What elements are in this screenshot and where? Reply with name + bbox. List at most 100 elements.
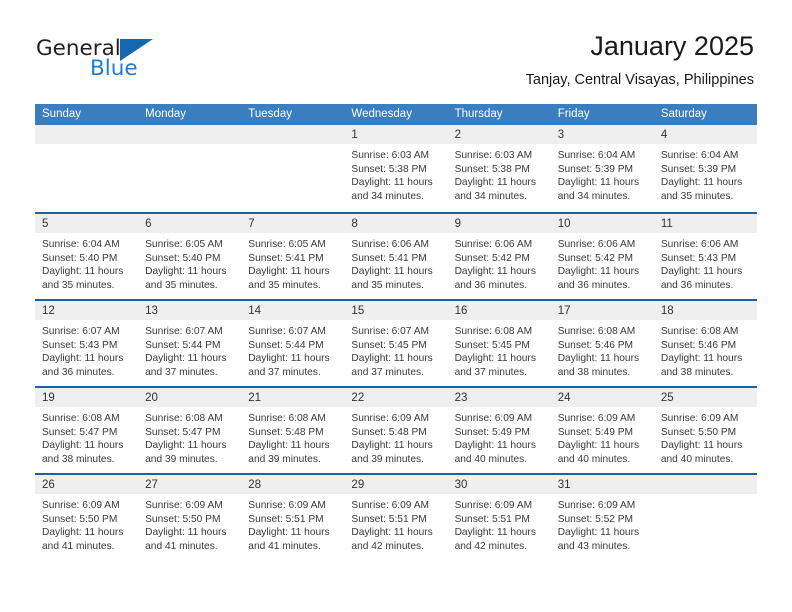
day-number: 17	[557, 305, 571, 317]
day-number-strip: 7	[241, 214, 345, 233]
sunset-time: Sunset: 5:47 PM	[145, 426, 221, 438]
daylight-duration-line2: and 41 minutes.	[42, 540, 115, 552]
daylight-duration-line1: Daylight: 11 hours	[351, 266, 433, 278]
daylight-duration-line2: and 34 minutes.	[557, 190, 631, 202]
day-number: 6	[145, 218, 152, 230]
daylight-duration-line1: Daylight: 11 hours	[454, 266, 536, 278]
sunrise-time: Sunrise: 6:08 AM	[42, 413, 120, 424]
calendar-day-cell[interactable]: 21 Sunrise: 6:08 AM Sunset: 5:48 PM Dayligh…	[241, 388, 345, 473]
daylight-duration-line2: and 38 minutes.	[42, 453, 115, 465]
calendar-day-cell[interactable]: 20 Sunrise: 6:08 AM Sunset: 5:47 PM Dayligh…	[138, 388, 242, 473]
day-number-strip: 13	[138, 301, 242, 320]
daylight-duration-line2: and 35 minutes.	[660, 190, 734, 202]
page-title: January 2025	[590, 31, 754, 61]
daylight-duration-line1: Daylight: 11 hours	[42, 440, 124, 452]
sunset-time: Sunset: 5:40 PM	[145, 252, 221, 264]
calendar-day-cell[interactable]: 13 Sunrise: 6:07 AM Sunset: 5:44 PM Dayligh…	[138, 301, 242, 386]
day-sun-info: Sunrise: 6:09 AM Sunset: 5:49 PM Daylight:…	[551, 407, 654, 466]
daylight-duration-line2: and 35 minutes.	[42, 279, 115, 291]
calendar-day-cell[interactable]: 17 Sunrise: 6:08 AM Sunset: 5:46 PM Dayligh…	[550, 301, 654, 386]
calendar-day-cell[interactable]: 15 Sunrise: 6:07 AM Sunset: 5:45 PM Dayligh…	[344, 301, 448, 386]
calendar-day-cell[interactable]: 24 Sunrise: 6:09 AM Sunset: 5:49 PM Dayligh…	[550, 388, 654, 473]
calendar-day-cell[interactable]: 19 Sunrise: 6:08 AM Sunset: 5:47 PM Dayligh…	[35, 388, 139, 473]
calendar-day-cell[interactable]: 31 Sunrise: 6:09 AM Sunset: 5:52 PM Dayligh…	[550, 475, 654, 560]
day-number: 30	[454, 479, 468, 491]
day-sun-info: Sunrise: 6:09 AM Sunset: 5:50 PM Daylight:…	[35, 494, 138, 553]
calendar-day-cell[interactable]: 11 Sunrise: 6:06 AM Sunset: 5:43 PM Dayligh…	[653, 214, 757, 299]
day-sun-info: Sunrise: 6:06 AM Sunset: 5:43 PM Daylight:…	[654, 233, 757, 292]
day-sun-info: Sunrise: 6:09 AM Sunset: 5:50 PM Daylight:…	[138, 494, 241, 553]
day-number-strip: 10	[550, 214, 654, 233]
calendar-day-cell[interactable]: 4 Sunrise: 6:04 AM Sunset: 5:39 PM Daylight…	[653, 125, 757, 212]
day-number: 1	[351, 129, 358, 141]
day-sun-info: Sunrise: 6:05 AM Sunset: 5:40 PM Daylight:…	[138, 233, 241, 292]
weekday-header-monday: Monday	[145, 108, 187, 120]
calendar-day-cell[interactable]: 9 Sunrise: 6:06 AM Sunset: 5:42 PM Daylight…	[447, 214, 551, 299]
calendar-day-cell[interactable]: 22 Sunrise: 6:09 AM Sunset: 5:48 PM Dayligh…	[344, 388, 448, 473]
sunrise-time: Sunrise: 6:07 AM	[145, 326, 223, 337]
calendar-day-cell[interactable]: 14 Sunrise: 6:07 AM Sunset: 5:44 PM Dayligh…	[241, 301, 345, 386]
calendar-day-cell[interactable]: 5 Sunrise: 6:04 AM Sunset: 5:40 PM Daylight…	[35, 214, 139, 299]
calendar-day-cell[interactable]: 25 Sunrise: 6:09 AM Sunset: 5:50 PM Dayligh…	[653, 388, 757, 473]
daylight-duration-line2: and 39 minutes.	[145, 453, 218, 465]
day-number-strip: 14	[241, 301, 345, 320]
day-sun-info: Sunrise: 6:09 AM Sunset: 5:51 PM Daylight:…	[241, 494, 344, 553]
sunrise-time: Sunrise: 6:04 AM	[42, 239, 120, 250]
daylight-duration-line2: and 37 minutes.	[454, 366, 528, 378]
calendar-day-cell[interactable]: 29 Sunrise: 6:09 AM Sunset: 5:51 PM Dayligh…	[344, 475, 448, 560]
calendar-day-cell[interactable]: 30 Sunrise: 6:09 AM Sunset: 5:51 PM Dayligh…	[447, 475, 551, 560]
page-header: General Blue January 2025 Tanjay, Centra…	[0, 0, 792, 100]
day-number: 27	[145, 479, 158, 491]
calendar-day-cell[interactable]: 27 Sunrise: 6:09 AM Sunset: 5:50 PM Dayligh…	[138, 475, 242, 560]
day-number-strip: 20	[138, 388, 242, 407]
day-number: 25	[660, 392, 674, 404]
sunrise-time: Sunrise: 6:09 AM	[454, 413, 533, 424]
sunset-time: Sunset: 5:42 PM	[454, 252, 530, 264]
day-sun-info: Sunrise: 6:09 AM Sunset: 5:51 PM Daylight:…	[344, 494, 447, 553]
calendar-day-cell[interactable]: 8 Sunrise: 6:06 AM Sunset: 5:41 PM Daylight…	[344, 214, 448, 299]
day-sun-info: Sunrise: 6:04 AM Sunset: 5:39 PM Daylight:…	[654, 144, 757, 203]
calendar-day-cell[interactable]: 7 Sunrise: 6:05 AM Sunset: 5:41 PM Daylight…	[241, 214, 345, 299]
day-number-strip: 12	[35, 301, 139, 320]
sunrise-time: Sunrise: 6:03 AM	[351, 150, 430, 161]
calendar-day-cell[interactable]: 18 Sunrise: 6:08 AM Sunset: 5:46 PM Dayligh…	[653, 301, 757, 386]
sunset-time: Sunset: 5:50 PM	[660, 426, 737, 438]
calendar-day-cell-empty	[138, 125, 242, 212]
daylight-duration-line1: Daylight: 11 hours	[248, 266, 330, 278]
calendar-week-row: 19 Sunrise: 6:08 AM Sunset: 5:47 PM Dayligh…	[35, 386, 757, 473]
daylight-duration-line2: and 41 minutes.	[145, 540, 218, 552]
sunset-time: Sunset: 5:42 PM	[557, 252, 634, 264]
day-sun-info: Sunrise: 6:08 AM Sunset: 5:47 PM Daylight:…	[35, 407, 138, 466]
day-sun-info: Sunrise: 6:09 AM Sunset: 5:48 PM Daylight:…	[344, 407, 447, 466]
calendar-day-cell[interactable]: 28 Sunrise: 6:09 AM Sunset: 5:51 PM Dayligh…	[241, 475, 345, 560]
day-sun-info: Sunrise: 6:08 AM Sunset: 5:47 PM Daylight:…	[138, 407, 241, 466]
calendar-day-cell[interactable]: 26 Sunrise: 6:09 AM Sunset: 5:50 PM Dayligh…	[35, 475, 139, 560]
calendar-weeks: 1 Sunrise: 6:03 AM Sunset: 5:38 PM Daylight…	[35, 125, 757, 560]
calendar-day-cell[interactable]: 12 Sunrise: 6:07 AM Sunset: 5:43 PM Dayligh…	[35, 301, 139, 386]
sunrise-time: Sunrise: 6:09 AM	[351, 500, 430, 511]
daylight-duration-line2: and 37 minutes.	[248, 366, 321, 378]
calendar-day-cell[interactable]: 16 Sunrise: 6:08 AM Sunset: 5:45 PM Dayligh…	[447, 301, 551, 386]
calendar-day-cell[interactable]: 10 Sunrise: 6:06 AM Sunset: 5:42 PM Dayligh…	[550, 214, 654, 299]
calendar-day-cell[interactable]: 1 Sunrise: 6:03 AM Sunset: 5:38 PM Daylight…	[344, 125, 448, 212]
day-number-strip: 11	[653, 214, 757, 233]
day-number: 14	[248, 305, 262, 317]
sunrise-time: Sunrise: 6:06 AM	[454, 239, 533, 250]
day-number-strip: 31	[550, 475, 654, 494]
calendar-day-cell[interactable]: 6 Sunrise: 6:05 AM Sunset: 5:40 PM Daylight…	[138, 214, 242, 299]
calendar-day-cell[interactable]: 3 Sunrise: 6:04 AM Sunset: 5:39 PM Daylight…	[550, 125, 654, 212]
sunset-time: Sunset: 5:51 PM	[454, 513, 530, 525]
daylight-duration-line2: and 42 minutes.	[454, 540, 528, 552]
sunset-time: Sunset: 5:39 PM	[660, 163, 737, 175]
daylight-duration-line2: and 40 minutes.	[454, 453, 528, 465]
day-number-strip: 25	[653, 388, 757, 407]
calendar-grid: Sunday Monday Tuesday Wednesday Thursday Frid…	[35, 104, 757, 560]
sunrise-time: Sunrise: 6:04 AM	[660, 150, 739, 161]
day-number: 19	[42, 392, 55, 404]
calendar-day-cell[interactable]: 23 Sunrise: 6:09 AM Sunset: 5:49 PM Dayligh…	[447, 388, 551, 473]
daylight-duration-line2: and 43 minutes.	[557, 540, 631, 552]
calendar-day-cell[interactable]: 2 Sunrise: 6:03 AM Sunset: 5:38 PM Daylight…	[447, 125, 551, 212]
day-number-strip: 17	[550, 301, 654, 320]
sunset-time: Sunset: 5:50 PM	[145, 513, 221, 525]
day-number-strip: 9	[447, 214, 551, 233]
